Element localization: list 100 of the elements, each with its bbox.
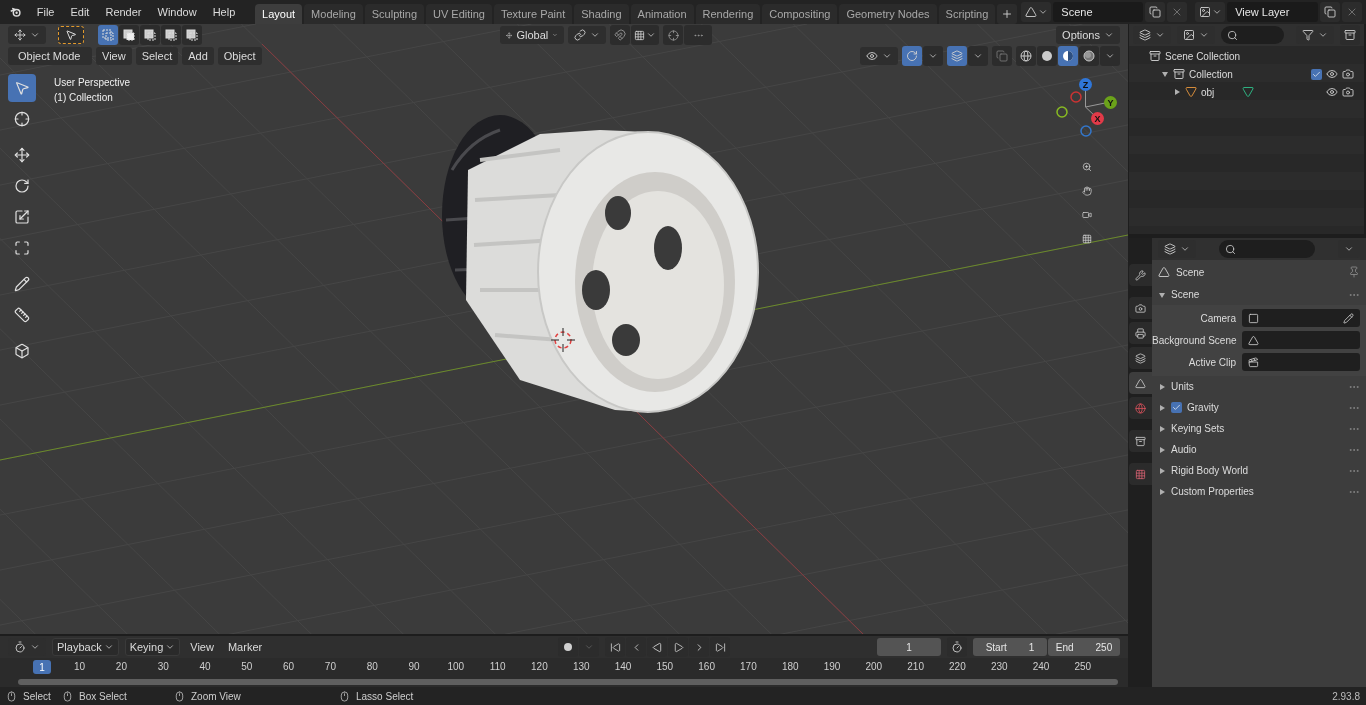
expand-arrow-icon[interactable] [1158, 445, 1166, 454]
proportional-edit-button[interactable] [663, 25, 683, 45]
options-dropdown[interactable]: Options [1056, 26, 1120, 44]
properties-tab[interactable] [1128, 463, 1152, 485]
panel-title[interactable]: Rigid Body World [1171, 465, 1249, 476]
menu-item[interactable]: Render [98, 3, 149, 21]
expand-arrow-icon[interactable] [1158, 290, 1166, 299]
workspace-tab[interactable]: Texture Paint [494, 4, 573, 24]
tool-button[interactable] [8, 74, 36, 102]
panel-title[interactable]: Custom Properties [1171, 486, 1254, 497]
field-input[interactable] [1242, 309, 1360, 327]
timeline-menu[interactable]: View [186, 641, 218, 654]
workspace-tab[interactable]: UV Editing [426, 4, 492, 24]
viewport-menu[interactable]: View [96, 47, 132, 65]
workspace-tab[interactable]: Shading [574, 4, 629, 24]
overlays-toggle-button[interactable] [947, 46, 967, 66]
negative-axis-icon[interactable] [1080, 125, 1092, 137]
expand-arrow-icon[interactable] [1161, 70, 1169, 78]
select-mode-button[interactable] [119, 25, 139, 45]
workspace-tab[interactable]: Scripting [938, 4, 996, 24]
workspace-tab[interactable]: Geometry Nodes [839, 4, 937, 24]
end-frame-field[interactable]: End 250 [1048, 638, 1120, 657]
properties-tab[interactable] [1128, 264, 1152, 286]
search-field[interactable] [1219, 240, 1315, 258]
panel-title[interactable]: Units [1171, 381, 1194, 392]
menu-item[interactable]: Window [150, 3, 204, 21]
search-field[interactable] [1221, 26, 1284, 44]
panel-title[interactable]: Keying Sets [1171, 423, 1225, 434]
workspace-tab[interactable]: Sculpting [364, 4, 424, 24]
timeline-menu[interactable]: Marker [223, 641, 267, 654]
workspace-tab[interactable]: Compositing [762, 4, 838, 24]
menu-item[interactable]: Edit [63, 3, 97, 21]
panel-title[interactable]: Scene [1171, 289, 1200, 300]
timeline-scrollbar[interactable] [18, 679, 1118, 685]
expand-arrow-icon[interactable] [1158, 424, 1166, 433]
new-collection-button[interactable] [1340, 25, 1360, 45]
timeline-dropdown[interactable]: Playback [52, 638, 119, 657]
shading-mode-button[interactable] [1079, 46, 1099, 66]
transform-orientation-dropdown[interactable]: Global [500, 26, 564, 44]
axis-ball[interactable]: Z [1079, 78, 1092, 91]
properties-tab[interactable] [1128, 347, 1152, 369]
select-mode-button[interactable] [182, 25, 202, 45]
expand-arrow-icon[interactable] [1173, 88, 1181, 96]
scene-name-field[interactable]: Scene [1053, 2, 1143, 22]
outliner-item-label[interactable]: obj [1201, 86, 1215, 98]
properties-tab[interactable] [1128, 397, 1152, 419]
snap-toggle-button[interactable] [610, 25, 630, 45]
pivot-point-dropdown[interactable] [568, 26, 606, 44]
menu-item[interactable]: File [29, 3, 62, 21]
object-mode-dropdown[interactable]: Object Mode [8, 47, 92, 65]
xray-toggle-button[interactable] [992, 46, 1012, 66]
view-layer-selector-button[interactable] [1195, 2, 1226, 22]
snap-target-dropdown[interactable] [631, 25, 659, 45]
select-mode-button[interactable] [140, 25, 160, 45]
field-input[interactable] [1242, 353, 1360, 371]
expand-arrow-icon[interactable] [1158, 403, 1166, 412]
panel-checkbox[interactable] [1171, 402, 1182, 413]
outliner-item-label[interactable]: Collection [1189, 68, 1233, 80]
remove-scene-button[interactable] [1166, 2, 1187, 22]
add-workspace-button[interactable] [997, 4, 1018, 24]
exclude-checkbox[interactable] [1311, 68, 1322, 80]
editor-type-button[interactable] [8, 26, 46, 44]
properties-tab[interactable] [1128, 372, 1152, 394]
shading-mode-button[interactable] [1016, 46, 1036, 66]
new-scene-button[interactable] [1144, 2, 1165, 22]
view-layer-name-field[interactable]: View Layer [1227, 2, 1318, 22]
axis-ball[interactable]: Y [1104, 96, 1117, 109]
properties-tab[interactable] [1128, 322, 1152, 344]
viewport-menu[interactable]: Object [217, 47, 262, 65]
select-tool-button[interactable] [58, 26, 84, 44]
workspace-tab[interactable]: Modeling [304, 4, 363, 24]
viewport-menu[interactable]: Add [182, 47, 214, 65]
workspace-tab[interactable]: Layout [255, 4, 303, 24]
field-input[interactable] [1242, 331, 1360, 349]
current-frame-field[interactable]: 1 [877, 638, 941, 657]
axis-ball[interactable]: X [1091, 112, 1104, 125]
properties-tab[interactable] [1128, 430, 1152, 452]
workspace-tab[interactable]: Animation [630, 4, 694, 24]
start-frame-field[interactable]: Start 1 [973, 638, 1047, 657]
gizmo-toggle-button[interactable] [902, 46, 922, 66]
expand-arrow-icon[interactable] [1158, 382, 1166, 391]
expand-arrow-icon[interactable] [1158, 487, 1166, 496]
playhead-frame[interactable]: 1 [33, 660, 51, 675]
negative-axis-icon[interactable] [1056, 106, 1068, 118]
visibility-dropdown[interactable] [860, 47, 898, 65]
workspace-tab[interactable]: Rendering [695, 4, 761, 24]
shading-mode-button[interactable] [1037, 46, 1057, 66]
blender-logo-icon[interactable] [10, 5, 22, 19]
panel-title[interactable]: Gravity [1187, 402, 1219, 413]
scene-selector-button[interactable] [1021, 2, 1052, 22]
menu-item[interactable]: Help [205, 3, 243, 21]
timeline-dropdown[interactable]: Keying [124, 638, 181, 657]
select-mode-button[interactable] [161, 25, 181, 45]
viewport-menu[interactable]: Select [135, 47, 179, 65]
outliner-item-label[interactable]: Scene Collection [1165, 50, 1241, 62]
new-view-layer-button[interactable] [1320, 2, 1340, 22]
expand-arrow-icon[interactable] [1158, 466, 1166, 475]
shading-mode-button[interactable] [1058, 46, 1078, 66]
properties-tab[interactable] [1128, 297, 1152, 319]
panel-title[interactable]: Audio [1171, 444, 1197, 455]
